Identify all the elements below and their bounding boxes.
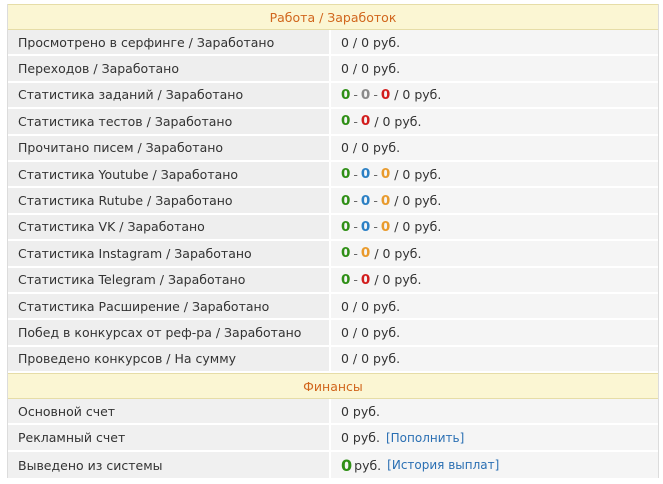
- count-green: 0: [341, 166, 351, 183]
- row-label: Основной счет: [8, 399, 331, 424]
- withdrawn-currency: руб.: [354, 457, 382, 473]
- earned-text: / 0 руб.: [374, 245, 422, 261]
- table-row-tasks: Статистика заданий / Заработано 0-0-0 / …: [8, 82, 658, 110]
- table-row-tests: Статистика тестов / Заработано 0-0 / 0 р…: [8, 109, 658, 136]
- row-value: 0 / 0 руб.: [331, 30, 658, 55]
- earned-text: / 0 руб.: [394, 87, 442, 103]
- count-orange: 0: [380, 166, 391, 183]
- table-row-letters: Прочитано писем / Заработано 0 / 0 руб.: [8, 135, 658, 162]
- earned-text: / 0 руб.: [374, 272, 422, 288]
- payout-history-link[interactable]: [История выплат]: [387, 458, 499, 472]
- row-value: 0 руб.: [331, 399, 658, 424]
- ad-balance: 0 руб.: [341, 430, 380, 446]
- table-row-extension: Статистика Расширение / Заработано 0 / 0…: [8, 293, 658, 321]
- row-label: Статистика Расширение / Заработано: [8, 293, 331, 319]
- row-label: Статистика Telegram / Заработано: [8, 267, 331, 292]
- count-red: 0: [360, 271, 371, 288]
- earned-text: / 0 руб.: [394, 193, 442, 209]
- earned-text: / 0 руб.: [394, 219, 442, 235]
- row-label: Выведено из системы: [8, 451, 331, 479]
- section-header-finance: Финансы: [8, 373, 658, 400]
- earned-text: / 0 руб.: [394, 166, 442, 182]
- count-green: 0: [341, 245, 351, 262]
- count-blue: 0: [360, 166, 371, 183]
- table-row-clicks: Переходов / Заработано 0 / 0 руб.: [8, 56, 658, 83]
- row-value: 0-0 / 0 руб.: [331, 109, 658, 134]
- count-orange: 0: [380, 218, 391, 235]
- table-row-rutube: Статистика Rutube / Заработано 0-0-0 / 0…: [8, 188, 658, 215]
- topup-link[interactable]: [Пополнить]: [386, 431, 464, 445]
- section-header-work: Работа / Заработок: [8, 4, 658, 30]
- withdrawn-amount: 0: [341, 455, 353, 475]
- row-value: 0 / 0 руб.: [331, 320, 658, 345]
- row-label: Просмотрено в серфинге / Заработано: [8, 30, 331, 55]
- table-row-withdrawn: Выведено из системы 0 руб. [История выпл…: [8, 451, 658, 479]
- row-label: Статистика Rutube / Заработано: [8, 188, 331, 213]
- table-row-contests-held: Проведено конкурсов / На сумму 0 / 0 руб…: [8, 346, 658, 374]
- row-value: 0 / 0 руб.: [331, 56, 658, 81]
- count-green: 0: [341, 271, 351, 288]
- row-value: 0 / 0 руб.: [331, 135, 658, 160]
- table-row-vk: Статистика VK / Заработано 0-0-0 / 0 руб…: [8, 214, 658, 242]
- count-green: 0: [341, 192, 351, 209]
- count-gray: 0: [360, 86, 371, 103]
- row-value: 0 / 0 руб.: [331, 293, 658, 319]
- table-row-contest-wins: Побед в конкурсах от реф-ра / Заработано…: [8, 320, 658, 347]
- count-orange: 0: [380, 192, 391, 209]
- row-value: 0 руб. [История выплат]: [331, 451, 658, 479]
- row-label: Статистика тестов / Заработано: [8, 109, 331, 134]
- count-red: 0: [380, 86, 391, 103]
- count-blue: 0: [360, 218, 371, 235]
- table-row-main-account: Основной счет 0 руб.: [8, 399, 658, 426]
- count-orange: 0: [360, 245, 371, 262]
- count-green: 0: [341, 86, 351, 103]
- count-red: 0: [360, 113, 371, 130]
- row-value: 0-0-0 / 0 руб.: [331, 214, 658, 240]
- row-value: 0-0 / 0 руб.: [331, 241, 658, 266]
- row-label: Прочитано писем / Заработано: [8, 135, 331, 160]
- count-green: 0: [341, 218, 351, 235]
- earned-text: / 0 руб.: [374, 113, 422, 129]
- table-row-instagram: Статистика Instagram / Заработано 0-0 / …: [8, 241, 658, 268]
- row-label: Проведено конкурсов / На сумму: [8, 346, 331, 372]
- table-row-telegram: Статистика Telegram / Заработано 0-0 / 0…: [8, 267, 658, 294]
- row-value: 0-0 / 0 руб.: [331, 267, 658, 292]
- table-row-youtube: Статистика Youtube / Заработано 0-0-0 / …: [8, 161, 658, 189]
- stats-panel: Работа / Заработок Просмотрено в серфинг…: [7, 4, 659, 479]
- table-row-surfing: Просмотрено в серфинге / Заработано 0 / …: [8, 30, 658, 57]
- count-blue: 0: [360, 192, 371, 209]
- row-value: 0 / 0 руб.: [331, 346, 658, 372]
- table-row-ad-account: Рекламный счет 0 руб. [Пополнить]: [8, 425, 658, 452]
- row-value: 0-0-0 / 0 руб.: [331, 161, 658, 187]
- row-label: Статистика VK / Заработано: [8, 214, 331, 240]
- row-value: 0-0-0 / 0 руб.: [331, 188, 658, 213]
- row-value: 0 руб. [Пополнить]: [331, 425, 658, 450]
- row-label: Статистика Instagram / Заработано: [8, 241, 331, 266]
- row-value: 0-0-0 / 0 руб.: [331, 82, 658, 108]
- row-label: Статистика заданий / Заработано: [8, 82, 331, 108]
- row-label: Переходов / Заработано: [8, 56, 331, 81]
- row-label: Побед в конкурсах от реф-ра / Заработано: [8, 320, 331, 345]
- row-label: Статистика Youtube / Заработано: [8, 161, 331, 187]
- row-label: Рекламный счет: [8, 425, 331, 450]
- count-green: 0: [341, 113, 351, 130]
